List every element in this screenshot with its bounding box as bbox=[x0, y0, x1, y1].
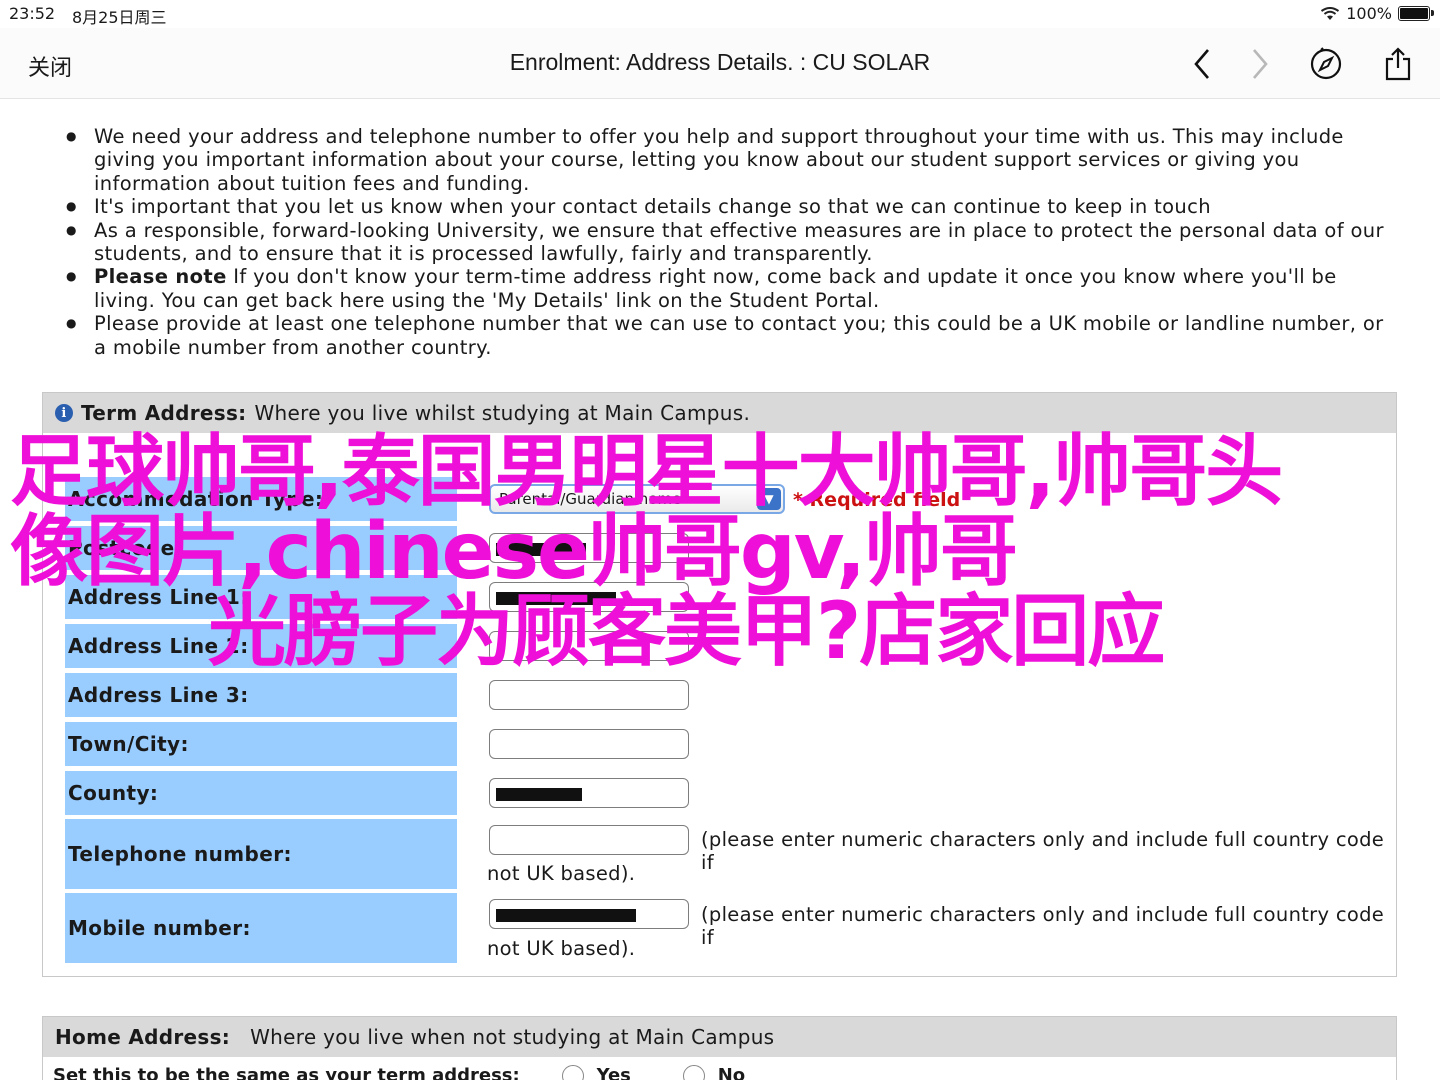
no-radio[interactable] bbox=[683, 1065, 706, 1080]
county-label: County: bbox=[65, 771, 457, 815]
chevron-down-icon: ▼ bbox=[757, 488, 781, 510]
mobile-row: Mobile number: (please enter numeric cha… bbox=[65, 893, 1385, 963]
info-icon: i bbox=[55, 404, 73, 422]
forward-button[interactable] bbox=[1238, 42, 1282, 86]
town-row: Town/City: bbox=[65, 722, 1385, 766]
address-line-2-input[interactable] bbox=[489, 631, 689, 661]
note-item: As a responsible, forward-looking Univer… bbox=[66, 219, 1396, 266]
address-line-3-row: Address Line 3: bbox=[65, 673, 1385, 717]
note-item: Please note If you don't know your term-… bbox=[66, 265, 1396, 312]
wifi-icon bbox=[1321, 6, 1340, 20]
county-row: County: bbox=[65, 771, 1385, 815]
yes-label: Yes bbox=[596, 1065, 631, 1080]
required-field-note: * Required field bbox=[793, 489, 961, 511]
address-line-3-label: Address Line 3: bbox=[65, 673, 457, 717]
note-item: We need your address and telephone numbe… bbox=[66, 125, 1396, 195]
back-icon bbox=[1194, 49, 1209, 79]
back-button[interactable] bbox=[1180, 42, 1224, 86]
mobile-label: Mobile number: bbox=[65, 893, 457, 963]
telephone-input[interactable] bbox=[489, 825, 689, 855]
mobile-hint-continued: not UK based). bbox=[487, 937, 636, 960]
accommodation-selected-value: Parental/Guardian home bbox=[499, 490, 682, 508]
status-right: 100% bbox=[1320, 4, 1434, 23]
term-address-header: i Term Address: Where you live whilst st… bbox=[43, 393, 1396, 433]
redacted-value bbox=[496, 909, 636, 922]
home-address-subheading: Where you live when not studying at Main… bbox=[250, 1025, 775, 1049]
telephone-row: Telephone number: (please enter numeric … bbox=[65, 819, 1385, 889]
battery-icon bbox=[1398, 6, 1434, 21]
battery-percent: 100% bbox=[1346, 4, 1392, 23]
share-button[interactable] bbox=[1376, 42, 1420, 86]
term-address-subheading: Where you live whilst studying at Main C… bbox=[254, 401, 751, 425]
page-title: Enrolment: Address Details. : CU SOLAR bbox=[509, 49, 931, 75]
share-icon bbox=[1385, 47, 1411, 81]
address-line-1-input[interactable] bbox=[489, 582, 689, 612]
postcode-row: Postcode: bbox=[65, 526, 1385, 570]
accommodation-row: Accommodation Type: Parental/Guardian ho… bbox=[65, 477, 1385, 521]
web-content: We need your address and telephone numbe… bbox=[0, 100, 1440, 1080]
redacted-value bbox=[496, 788, 582, 801]
postcode-input[interactable] bbox=[489, 533, 689, 563]
telephone-hint: (please enter numeric characters only an… bbox=[701, 828, 1385, 874]
same-as-term-label: Set this to be the same as your term add… bbox=[53, 1065, 520, 1080]
yes-radio[interactable] bbox=[562, 1065, 585, 1080]
county-input[interactable] bbox=[489, 778, 689, 808]
same-as-term-row: Set this to be the same as your term add… bbox=[53, 1065, 745, 1080]
town-input[interactable] bbox=[489, 729, 689, 759]
mobile-hint: (please enter numeric characters only an… bbox=[701, 903, 1385, 949]
mobile-input[interactable] bbox=[489, 899, 689, 929]
info-notes-list: We need your address and telephone numbe… bbox=[66, 125, 1396, 359]
accommodation-select[interactable]: Parental/Guardian home ▼ bbox=[489, 484, 785, 514]
postcode-label: Postcode: bbox=[65, 526, 457, 570]
safari-button[interactable] bbox=[1304, 42, 1348, 86]
address-line-1-row: Address Line 1: bbox=[65, 575, 1385, 619]
address-line-3-input[interactable] bbox=[489, 680, 689, 710]
navigation-bar: 关闭 Enrolment: Address Details. : CU SOLA… bbox=[0, 28, 1440, 99]
no-label: No bbox=[717, 1065, 746, 1080]
status-date: 8月25日周三 bbox=[72, 8, 167, 27]
note-item: Please provide at least one telephone nu… bbox=[66, 312, 1396, 359]
term-address-heading: Term Address: bbox=[81, 401, 247, 425]
home-address-heading: Home Address: bbox=[55, 1025, 231, 1049]
status-bar: 23:52 8月25日周三 100% bbox=[0, 0, 1440, 28]
address-line-2-label: Address Line 2: bbox=[65, 624, 457, 668]
status-time: 23:52 bbox=[9, 4, 56, 23]
accommodation-label: Accommodation Type: bbox=[65, 477, 457, 521]
term-address-panel: i Term Address: Where you live whilst st… bbox=[42, 392, 1397, 977]
home-address-panel: Home Address: Where you live when not st… bbox=[42, 1016, 1397, 1080]
compass-icon bbox=[1310, 47, 1342, 80]
address-line-1-label: Address Line 1: bbox=[65, 575, 457, 619]
note-item: It's important that you let us know when… bbox=[66, 195, 1396, 219]
telephone-label: Telephone number: bbox=[65, 819, 457, 889]
redacted-value bbox=[496, 592, 616, 605]
town-label: Town/City: bbox=[65, 722, 457, 766]
redacted-value bbox=[496, 543, 586, 556]
address-line-2-row: Address Line 2: bbox=[65, 624, 1385, 668]
forward-icon bbox=[1253, 49, 1268, 79]
home-address-header: Home Address: Where you live when not st… bbox=[43, 1017, 1396, 1057]
telephone-hint-continued: not UK based). bbox=[487, 862, 636, 885]
